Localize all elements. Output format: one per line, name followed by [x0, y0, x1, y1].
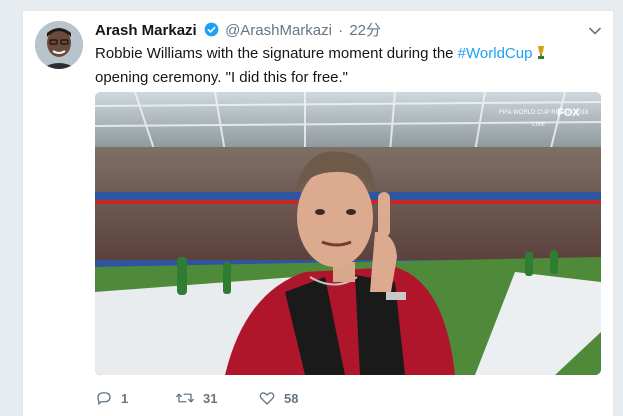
- chevron-down-icon[interactable]: [587, 23, 603, 39]
- like-count: 58: [284, 390, 299, 406]
- retweet-count: 31: [203, 390, 218, 406]
- reply-count: 1: [121, 390, 129, 406]
- avatar[interactable]: [35, 21, 83, 69]
- tweet-text: Robbie Williams with the signature momen…: [95, 43, 600, 89]
- tweet-media-image[interactable]: FIFA WORLD CUP RUSSIA 2018 FOX LIVE: [95, 92, 601, 375]
- like-icon: [259, 392, 275, 405]
- reply-button[interactable]: 1: [95, 389, 128, 407]
- author-handle[interactable]: @ArashMarkazi: [225, 22, 332, 39]
- reply-icon: [97, 392, 111, 405]
- tweet-card[interactable]: Arash Markazi @ArashMarkazi · 22分 Robbie…: [22, 10, 614, 416]
- retweet-icon: [176, 393, 194, 403]
- trophy-emoji-icon: [536, 45, 546, 67]
- retweet-button[interactable]: 31: [175, 389, 217, 407]
- network-logo: FOX: [557, 107, 580, 119]
- timestamp[interactable]: 22分: [349, 22, 381, 39]
- like-button[interactable]: 58: [258, 389, 298, 407]
- tweet-header: Arash Markazi @ArashMarkazi · 22分: [95, 22, 381, 42]
- verified-badge-icon: [204, 22, 219, 42]
- author-name[interactable]: Arash Markazi: [95, 22, 197, 39]
- live-label: LIVE: [532, 122, 545, 128]
- stadium-photo: FIFA WORLD CUP RUSSIA 2018 FOX LIVE: [95, 92, 601, 375]
- separator: ·: [338, 22, 344, 39]
- hashtag-link[interactable]: #WorldCup: [458, 45, 533, 62]
- tweet-text-part1: Robbie Williams with the signature momen…: [95, 45, 458, 62]
- tweet-text-part2: opening ceremony. "I did this for free.": [95, 69, 349, 86]
